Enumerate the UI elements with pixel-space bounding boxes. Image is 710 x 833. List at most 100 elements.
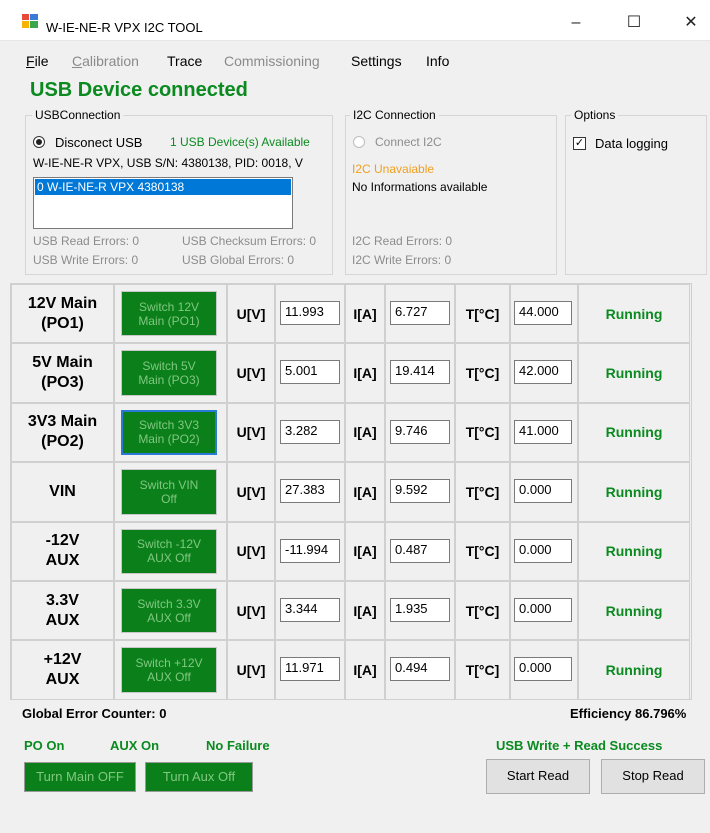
temperature-label: T[°C]: [465, 305, 500, 322]
voltage-label: U[V]: [236, 365, 266, 382]
voltage-label: U[V]: [236, 424, 266, 441]
voltage-value: 5.001: [280, 360, 340, 385]
channel-name: VIN: [11, 462, 114, 521]
channel-switch-button[interactable]: Switch +12V AUX Off: [121, 647, 217, 693]
voltage-label: U[V]: [236, 602, 266, 619]
current-value: 9.746: [390, 419, 450, 444]
usb-available-text: 1 USB Device(s) Available: [170, 135, 310, 149]
channel-switch-button[interactable]: Switch 3.3V AUX Off: [121, 588, 217, 634]
channel-state: Running: [605, 662, 663, 679]
temperature-value: 42.000: [514, 360, 572, 385]
close-button[interactable]: ✕: [668, 8, 710, 38]
global-error-counter: Global Error Counter: 0: [22, 706, 167, 721]
channel-name-line2: AUX: [45, 552, 80, 570]
menu-file[interactable]: File: [26, 53, 49, 69]
channel-switch-button[interactable]: Switch -12V AUX Off: [121, 528, 217, 574]
menu-calibration[interactable]: Calibration: [72, 53, 139, 69]
temperature-value: 0.000: [514, 657, 572, 682]
voltage-value: 11.971: [280, 657, 340, 682]
channel-name-line1: 5V Main: [32, 354, 93, 372]
voltage-label: U[V]: [236, 662, 266, 679]
voltage-label: U[V]: [236, 305, 266, 322]
switch-label-line2: Main (PO2): [138, 432, 200, 447]
channel-name-line1: VIN: [49, 482, 76, 500]
channel-switch-button[interactable]: Switch 3V3 Main (PO2): [121, 409, 217, 456]
channel-name: -12V AUX: [11, 522, 114, 581]
channel-name: 3.3V AUX: [11, 581, 114, 640]
switch-label-line1: Switch 12V: [138, 299, 200, 314]
channel-state: Running: [605, 483, 663, 500]
menu-info[interactable]: Info: [426, 53, 449, 69]
voltage-label: U[V]: [236, 483, 266, 500]
voltage-label: U[V]: [236, 543, 266, 560]
usb-checksum-errors: USB Checksum Errors: 0: [182, 234, 317, 248]
temperature-label: T[°C]: [465, 424, 500, 441]
channel-state: Running: [605, 543, 663, 560]
maximize-button[interactable]: ☐: [611, 8, 657, 38]
connect-i2c-label: Connect I2C: [375, 135, 442, 149]
voltage-value: 3.282: [280, 419, 340, 444]
channel-state: Running: [605, 365, 663, 382]
current-label: I[A]: [353, 483, 377, 500]
temperature-value: 0.000: [514, 538, 572, 563]
menu-commissioning[interactable]: Commissioning: [224, 53, 320, 69]
window-title: W-IE-NE-R VPX I2C TOOL: [46, 20, 203, 35]
current-value: 0.494: [390, 657, 450, 682]
temperature-label: T[°C]: [465, 483, 500, 500]
app-icon: [22, 14, 38, 28]
aux-on-status: AUX On: [110, 738, 160, 753]
menu-calibration-rest: alibration: [82, 53, 139, 69]
switch-label-line2: AUX Off: [147, 610, 191, 625]
channel-switch-button[interactable]: Switch VIN Off: [121, 469, 217, 515]
options-group-title: Options: [571, 108, 619, 122]
channel-name-line1: 3V3 Main: [27, 413, 98, 431]
usb-write-errors: USB Write Errors: 0: [33, 253, 139, 267]
current-value: 19.414: [390, 360, 450, 385]
switch-label-line1: Switch 5V: [142, 359, 196, 374]
voltage-value: 11.993: [280, 301, 340, 325]
usb-device-list[interactable]: 0 W-IE-NE-R VPX 4380138: [33, 177, 293, 229]
current-label: I[A]: [353, 662, 377, 679]
usb-success-status: USB Write + Read Success: [496, 738, 663, 753]
data-logging-checkbox[interactable]: ✓: [573, 137, 586, 150]
switch-label-line1: Switch 3.3V: [137, 596, 201, 611]
channel-name-line2: (PO1): [41, 314, 84, 332]
usb-device-list-item[interactable]: 0 W-IE-NE-R VPX 4380138: [35, 179, 291, 195]
stop-read-button[interactable]: Stop Read: [601, 759, 705, 794]
i2c-read-errors: I2C Read Errors: 0: [352, 234, 453, 248]
channel-name: 12V Main (PO1): [11, 284, 114, 343]
current-value: 1.935: [390, 598, 450, 622]
start-read-button[interactable]: Start Read: [486, 759, 590, 794]
channel-switch-button[interactable]: Switch 12V Main (PO1): [121, 291, 217, 337]
turn-main-off-button[interactable]: Turn Main OFF: [24, 762, 136, 792]
current-label: I[A]: [353, 365, 377, 382]
turn-aux-off-button[interactable]: Turn Aux Off: [145, 762, 253, 792]
switch-label-line1: Switch 3V3: [138, 418, 200, 433]
switch-label-line2: AUX Off: [147, 670, 191, 685]
voltage-value: 27.383: [280, 479, 340, 504]
disconnect-usb-radio[interactable]: [33, 136, 45, 148]
current-value: 6.727: [390, 301, 450, 325]
menu-settings[interactable]: Settings: [351, 53, 402, 69]
temperature-value: 41.000: [514, 419, 572, 444]
po-on-status: PO On: [24, 738, 65, 753]
switch-label-line2: Main (PO1): [138, 313, 200, 328]
temperature-label: T[°C]: [465, 602, 500, 619]
menu-trace[interactable]: Trace: [167, 53, 202, 69]
switch-label-line2: Main (PO3): [138, 373, 200, 388]
current-label: I[A]: [353, 602, 377, 619]
channel-switch-button[interactable]: Switch 5V Main (PO3): [121, 350, 217, 396]
minimize-button[interactable]: –: [553, 8, 599, 38]
disconnect-usb-label: Disconect USB: [55, 135, 143, 150]
voltage-value: 3.344: [280, 598, 340, 622]
efficiency-text: Efficiency 86.796%: [570, 706, 687, 721]
channel-name-line2: (PO3): [41, 374, 84, 392]
channel-name: 5V Main (PO3): [11, 343, 114, 402]
channel-name-line1: 3.3V: [46, 591, 79, 609]
menu-calibration-accel: C: [72, 53, 83, 69]
channel-name-line1: 12V Main: [27, 294, 98, 312]
connect-i2c-radio[interactable]: [353, 136, 365, 148]
connection-status: USB Device connected: [30, 79, 248, 101]
temperature-value: 44.000: [514, 301, 572, 325]
current-label: I[A]: [353, 424, 377, 441]
